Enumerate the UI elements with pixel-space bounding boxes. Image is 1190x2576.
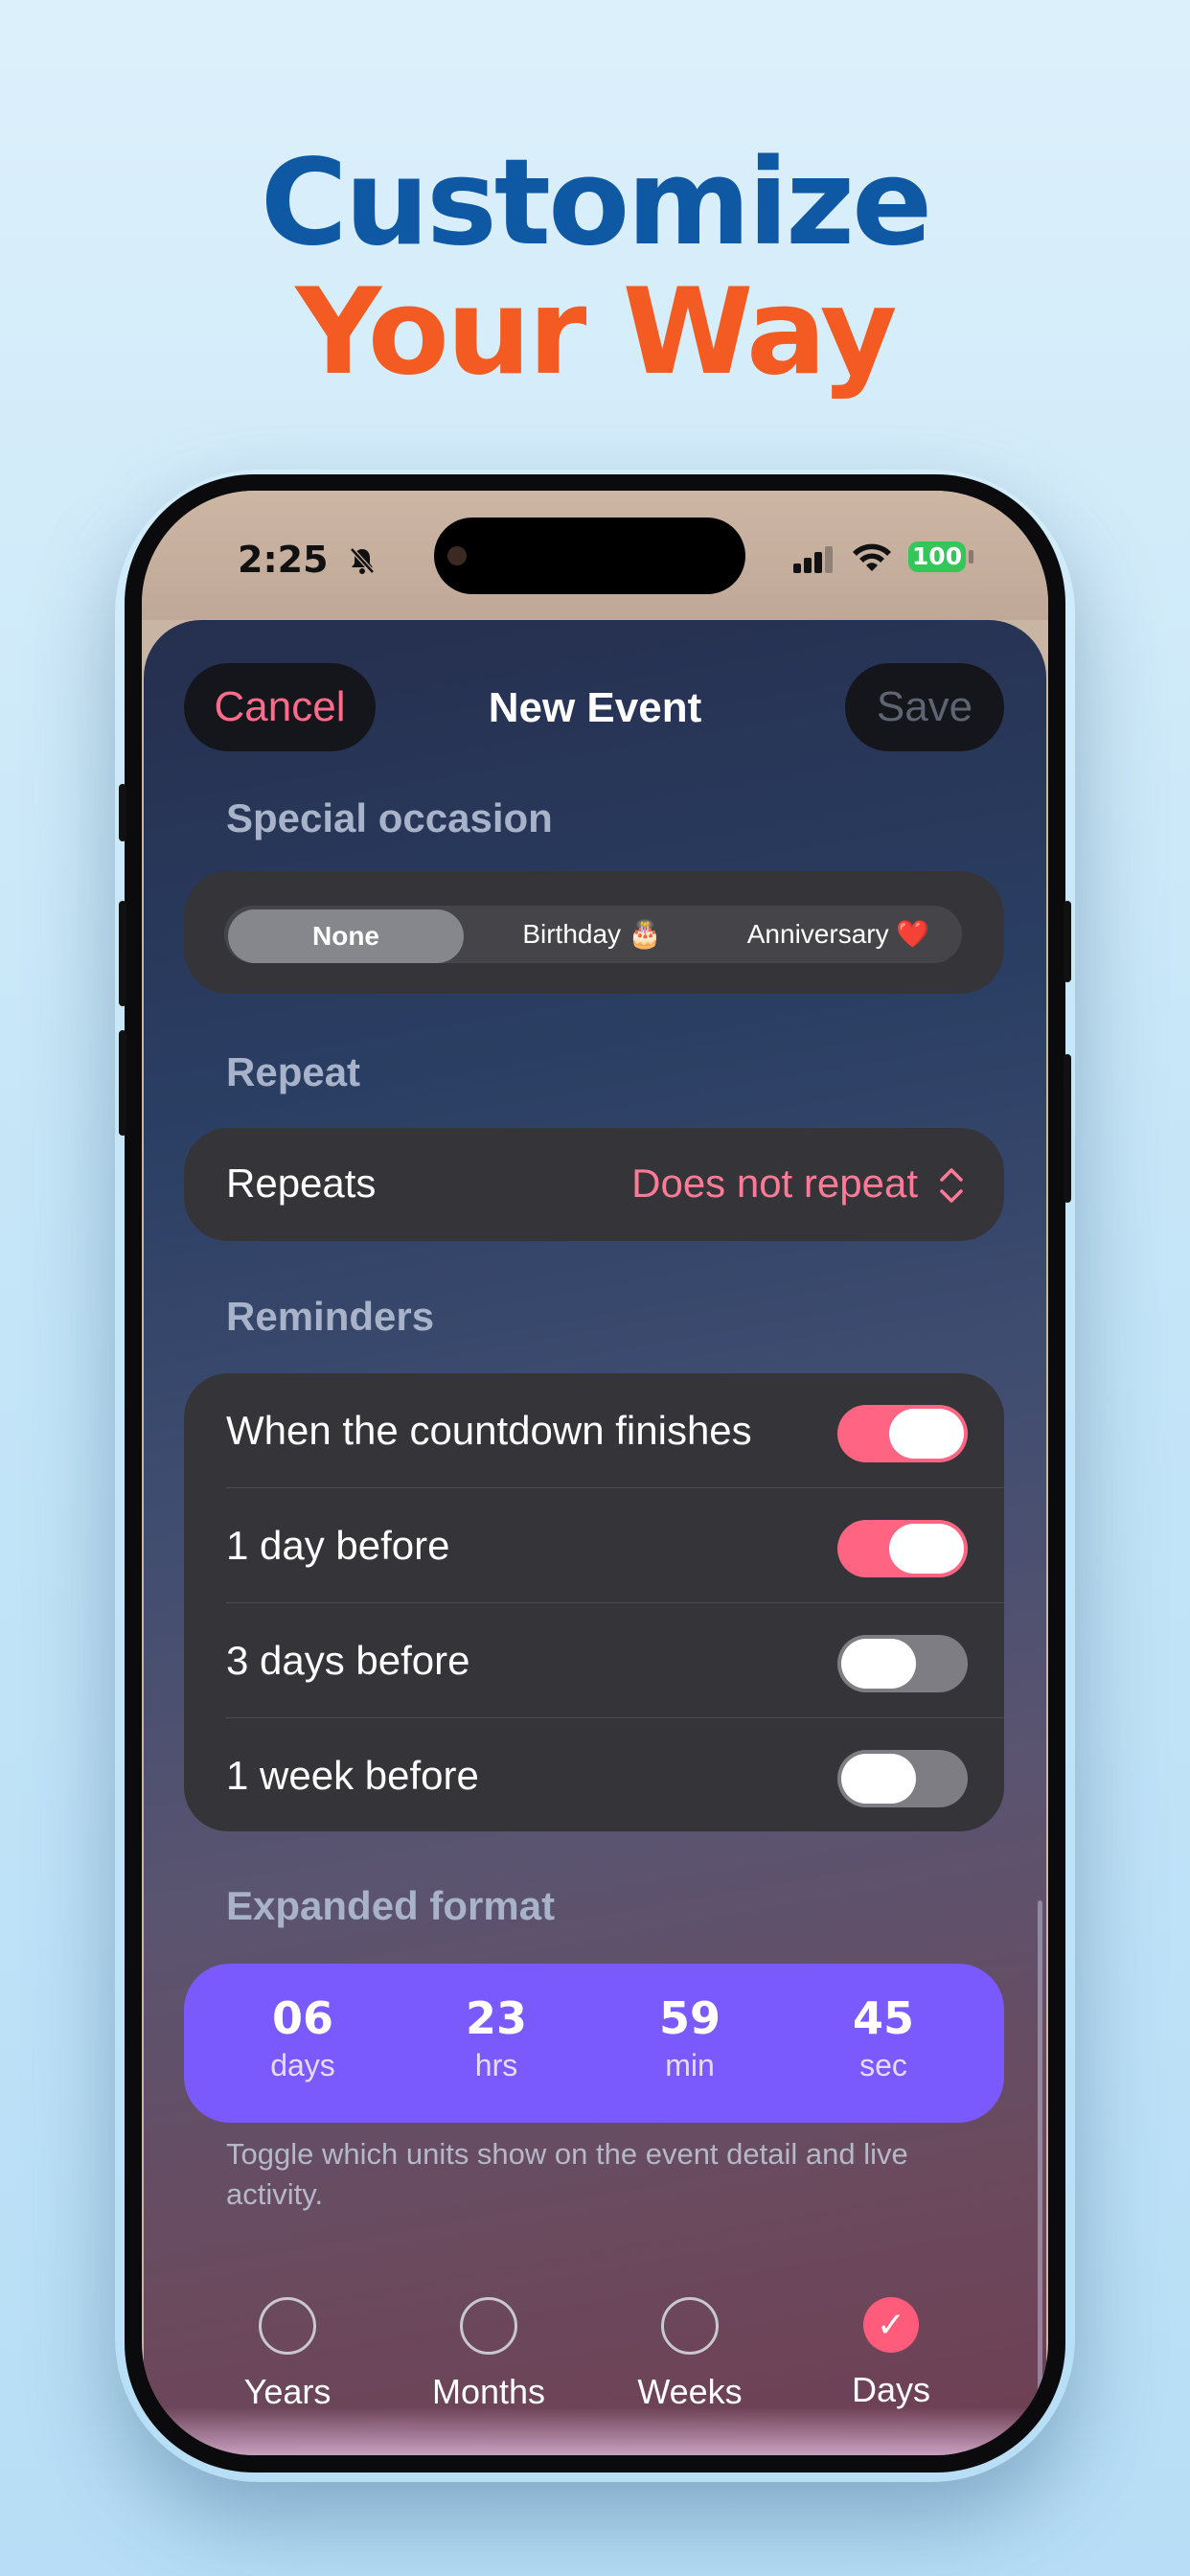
option-weeks[interactable]: Weeks xyxy=(613,2297,767,2412)
special-occasion-card: None Birthday 🎂 Anniversary ❤️ xyxy=(184,871,1004,994)
headline-customize: Customize xyxy=(260,134,933,272)
reminder-row: 1 day before xyxy=(184,1488,1004,1603)
reminder-label: When the countdown finishes xyxy=(226,1408,752,1453)
unit-value: 59 xyxy=(658,1992,721,2044)
repeats-label: Repeats xyxy=(226,1161,377,1206)
option-label: Months xyxy=(431,2372,546,2411)
reminders-label: Reminders xyxy=(226,1294,435,1339)
save-button[interactable]: Save xyxy=(845,663,1004,751)
unit-value: 23 xyxy=(465,1992,527,2044)
option-label: Years xyxy=(243,2372,332,2411)
toggle-knob xyxy=(841,1639,916,1689)
reminder-label: 1 day before xyxy=(226,1523,450,1568)
scrollbar[interactable] xyxy=(1038,1900,1042,2426)
reminder-toggle-1-week[interactable] xyxy=(837,1750,968,1807)
reminder-toggle-1-day[interactable] xyxy=(837,1520,968,1577)
segment-birthday[interactable]: Birthday 🎂 xyxy=(469,906,715,963)
option-years[interactable]: Years xyxy=(211,2297,364,2412)
reminder-toggle-3-days[interactable] xyxy=(837,1635,968,1692)
segment-anniversary[interactable]: Anniversary ❤️ xyxy=(715,906,962,963)
option-months[interactable]: Months xyxy=(412,2297,565,2412)
unit-value: 06 xyxy=(271,1992,333,2044)
expanded-format-label: Expanded format xyxy=(226,1883,556,1928)
option-days[interactable]: ✓ Days xyxy=(814,2297,968,2410)
headline-your-way: Your Way xyxy=(295,264,897,402)
special-occasion-label: Special occasion xyxy=(226,795,553,840)
toggle-knob xyxy=(889,1524,964,1574)
camera-icon xyxy=(447,546,467,565)
side-button xyxy=(1064,1054,1071,1203)
unit-label: hrs xyxy=(474,2048,518,2082)
battery-tip xyxy=(969,550,973,564)
cellular-signal-icon xyxy=(793,546,833,573)
bell-slash-icon xyxy=(349,547,375,574)
radio-circle-icon[interactable] xyxy=(259,2297,316,2355)
reminder-row: When the countdown finishes xyxy=(184,1373,1004,1488)
phone-screen: 2:25 100 Cancel New Event Save Special o… xyxy=(142,491,1048,2455)
reminders-card: When the countdown finishes 1 day before… xyxy=(184,1373,1004,1831)
unit-min: 59 min xyxy=(594,1992,786,2083)
status-bar: 2:25 100 xyxy=(142,491,1048,620)
repeat-row[interactable]: Repeats Does not repeat xyxy=(184,1128,1004,1241)
repeat-label: Repeat xyxy=(226,1049,361,1094)
status-time: 2:25 xyxy=(238,539,378,581)
unit-value: 45 xyxy=(852,1992,914,2044)
reminder-row: 1 week before xyxy=(184,1718,1004,1833)
expanded-format-hint: Toggle which units show on the event det… xyxy=(226,2137,908,2211)
dynamic-island xyxy=(434,518,745,594)
volume-down-button xyxy=(119,1030,126,1136)
side-button-top xyxy=(1064,901,1071,982)
occasion-segmented-control[interactable]: None Birthday 🎂 Anniversary ❤️ xyxy=(224,906,962,963)
reminder-row: 3 days before xyxy=(184,1603,1004,1718)
checkmark-icon[interactable]: ✓ xyxy=(863,2297,919,2353)
action-button xyxy=(119,784,126,841)
new-event-sheet: Cancel New Event Save Special occasion N… xyxy=(144,620,1046,2455)
chevron-up-down-icon xyxy=(940,1168,963,1203)
toggle-knob xyxy=(841,1754,916,1804)
repeat-value[interactable]: Does not repeat xyxy=(631,1161,918,1207)
wifi-icon xyxy=(853,543,891,571)
unit-label: sec xyxy=(859,2048,907,2082)
unit-sec: 45 sec xyxy=(788,1992,979,2083)
unit-days: 06 days xyxy=(207,1992,399,2083)
status-time-text: 2:25 xyxy=(238,539,329,581)
option-label: Weeks xyxy=(637,2372,743,2411)
segment-none[interactable]: None xyxy=(228,909,464,963)
reminder-toggle-finishes[interactable] xyxy=(837,1405,968,1462)
reminder-label: 3 days before xyxy=(226,1638,470,1683)
unit-hrs: 23 hrs xyxy=(400,1992,592,2083)
toggle-knob xyxy=(889,1409,964,1459)
volume-up-button xyxy=(119,901,126,1006)
radio-circle-icon[interactable] xyxy=(460,2297,517,2355)
expanded-format-preview: 06 days 23 hrs 59 min 45 sec xyxy=(184,1964,1004,2123)
unit-label: min xyxy=(665,2048,715,2082)
battery-indicator: 100 xyxy=(908,541,966,572)
screen-bottom-edge xyxy=(142,2407,1048,2455)
radio-circle-icon[interactable] xyxy=(661,2297,719,2355)
option-label: Days xyxy=(851,2370,931,2409)
unit-label: days xyxy=(270,2048,335,2082)
reminder-label: 1 week before xyxy=(226,1753,479,1798)
